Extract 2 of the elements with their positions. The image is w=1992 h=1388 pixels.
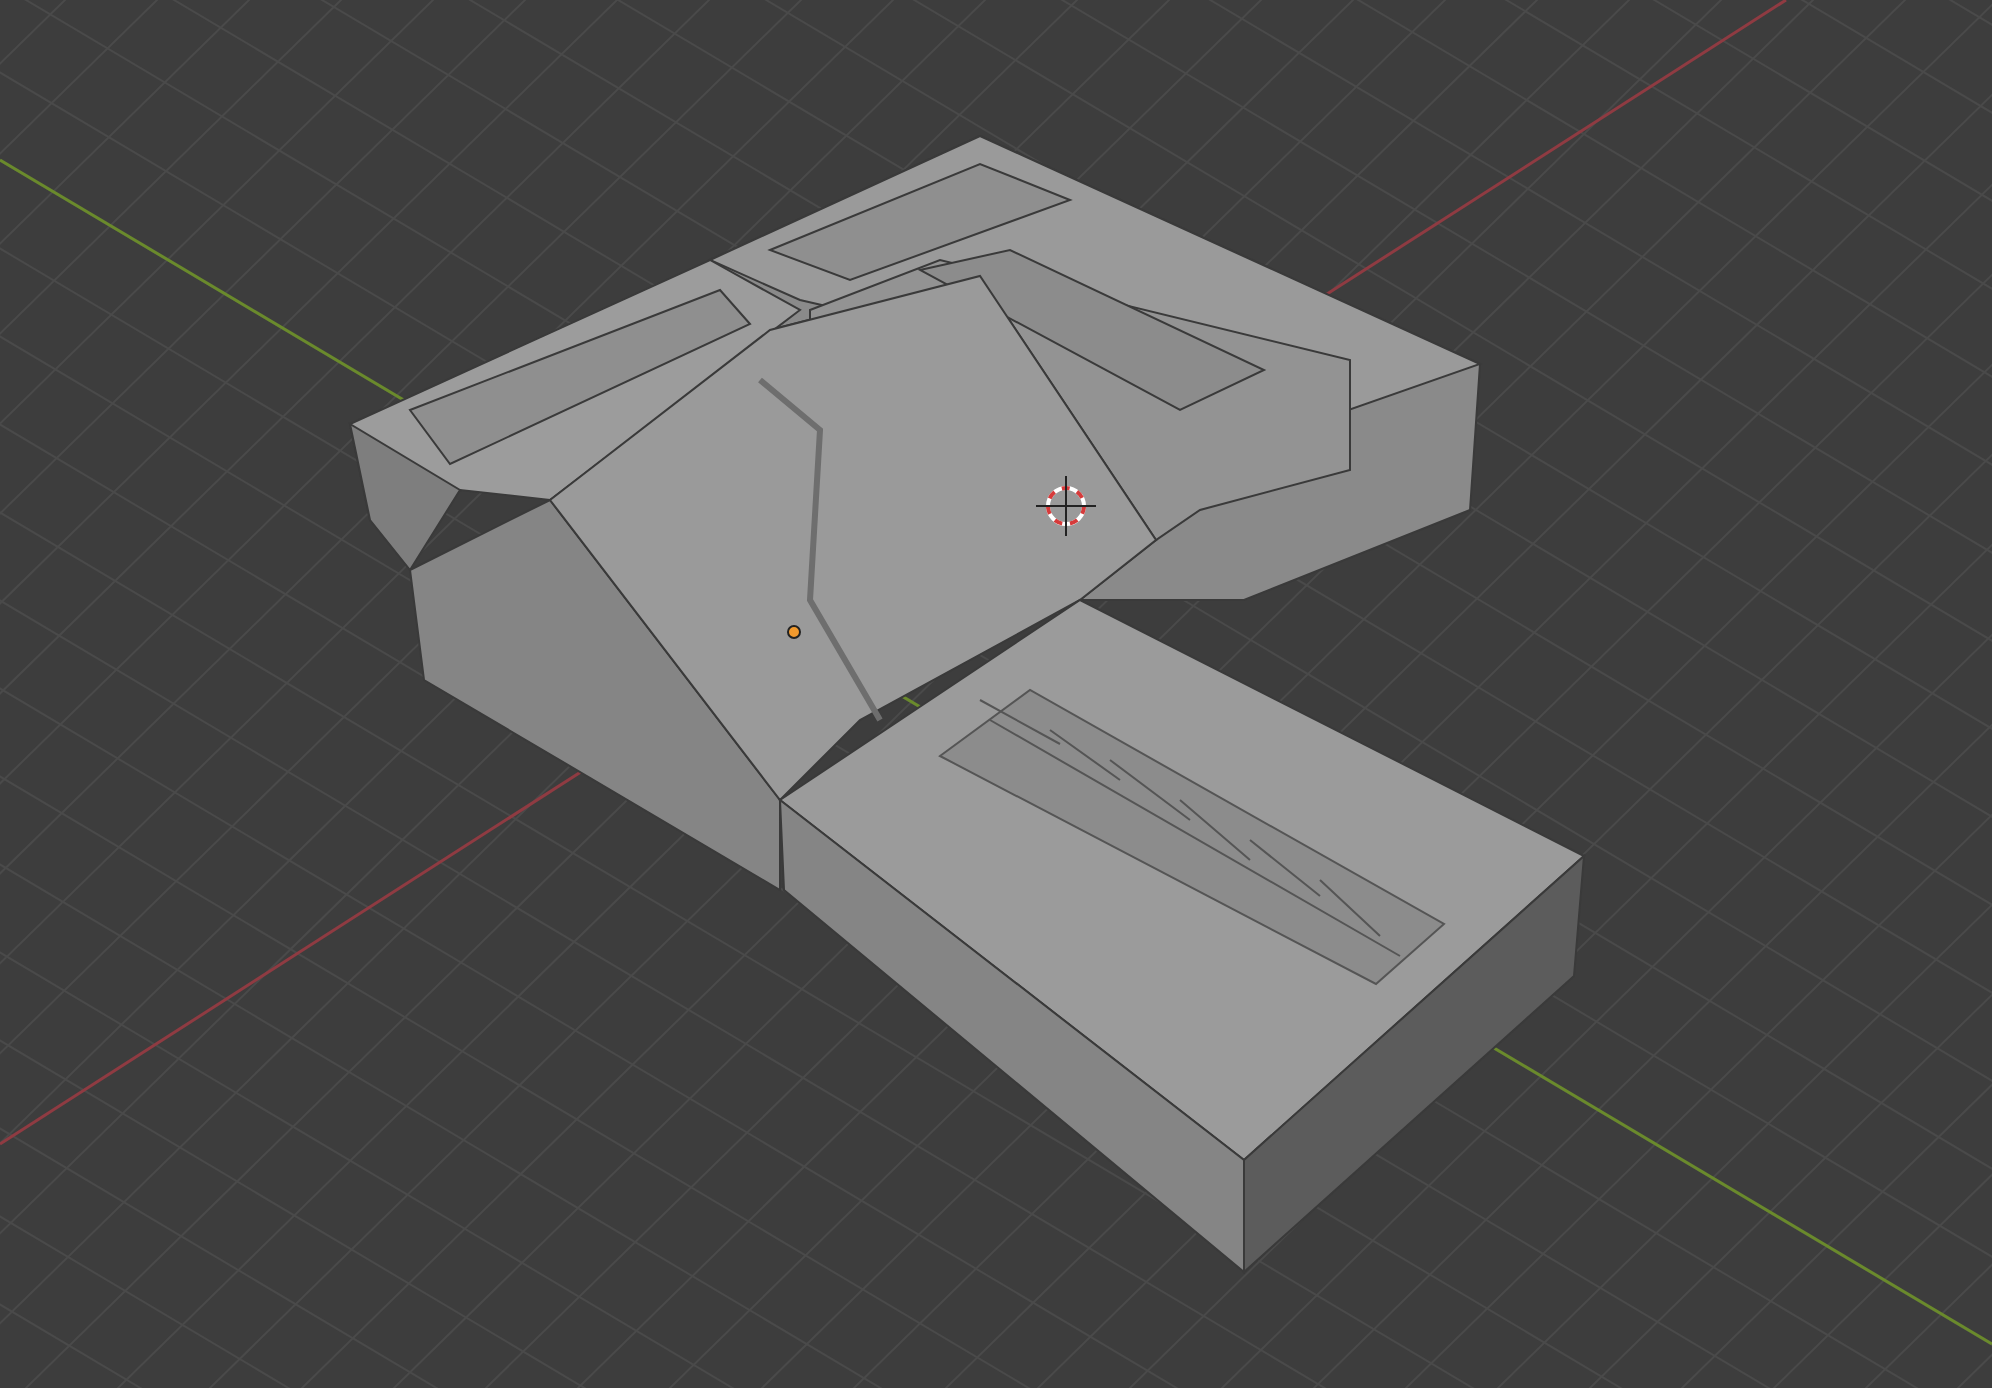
origin-dot-icon <box>787 625 801 639</box>
3d-cursor-icon <box>1035 475 1097 537</box>
